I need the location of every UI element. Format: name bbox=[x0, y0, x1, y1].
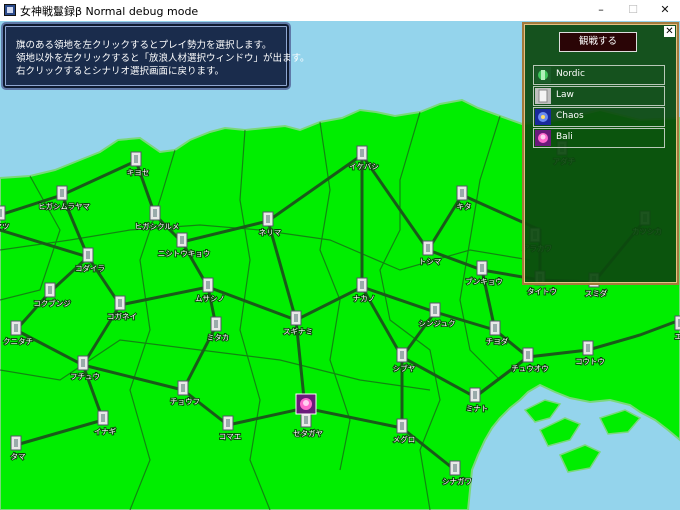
town-building-window bbox=[400, 351, 404, 359]
town-label: コクブンジ bbox=[33, 298, 71, 308]
town-building-window bbox=[81, 359, 85, 367]
town-label: シンジュク bbox=[419, 319, 456, 328]
law-emblem-icon bbox=[535, 88, 551, 104]
town-label: タイトウ bbox=[527, 287, 557, 296]
town-building-window bbox=[214, 320, 218, 328]
chaos-emblem-icon bbox=[535, 109, 551, 125]
town-label: コマエ bbox=[219, 432, 242, 441]
town-building-window bbox=[118, 299, 122, 307]
town-building-window bbox=[101, 414, 105, 422]
faction-item-chaos[interactable]: Chaos bbox=[533, 107, 665, 127]
town-label: ナカノ bbox=[353, 294, 376, 303]
info-line: 右クリックするとシナリオ選択画面に戻ります。 bbox=[16, 66, 225, 77]
app-icon bbox=[4, 4, 16, 16]
watch-button[interactable]: 観戦する bbox=[559, 32, 637, 52]
town-building-window bbox=[294, 314, 298, 322]
town-label: ミタカ bbox=[207, 333, 230, 342]
town-building-window bbox=[14, 439, 18, 447]
town-label: トシマ bbox=[419, 257, 442, 266]
town-building-window bbox=[526, 351, 530, 359]
faction-name: Law bbox=[556, 90, 574, 100]
town-label: ネリマ bbox=[259, 228, 282, 237]
maximize-button[interactable]: ☐ bbox=[618, 0, 648, 21]
close-window-button[interactable]: ✕ bbox=[650, 0, 680, 21]
town-building-window bbox=[60, 189, 64, 197]
town-label: クニタチ bbox=[3, 337, 33, 346]
window-title: 女神戦鬘録β Normal debug mode bbox=[20, 5, 199, 18]
info-line: 領地以外を左クリックすると「放浪人材選択ウィンドウ」が出ます。 bbox=[16, 53, 310, 64]
faction-item-nordic[interactable]: Nordic bbox=[533, 65, 665, 85]
town-label: スミダ bbox=[585, 288, 608, 298]
town-label: ヒガシクルメ bbox=[135, 221, 180, 231]
town-building-window bbox=[360, 281, 364, 289]
town-building-window bbox=[0, 209, 2, 217]
town-building-window bbox=[153, 209, 157, 217]
faction-item-law[interactable]: Law bbox=[533, 86, 665, 106]
town-building-window bbox=[460, 189, 464, 197]
info-box: 旗のある領地を左クリックするとプレイ勢力を選択します。 領地以外を左クリックする… bbox=[1, 22, 310, 90]
faction-panel: ✕ 観戦する Nordic Law Chaos Bali bbox=[522, 22, 679, 285]
panel-close-button[interactable]: ✕ bbox=[664, 26, 675, 37]
town-building-window bbox=[304, 416, 308, 424]
town-building-window bbox=[180, 236, 184, 244]
faction-name: Bali bbox=[556, 132, 573, 142]
town-label: エド bbox=[675, 332, 680, 341]
town-label: キタ bbox=[457, 202, 472, 211]
town-label: イナギ bbox=[94, 427, 117, 436]
nordic-emblem-icon bbox=[535, 67, 551, 83]
town-building-window bbox=[181, 384, 185, 392]
town-building-window bbox=[400, 422, 404, 430]
town-label: セタガヤ bbox=[293, 428, 323, 438]
town-label: シブヤ bbox=[393, 363, 416, 373]
town-label: チュウオウ bbox=[511, 364, 549, 373]
town-building-window bbox=[206, 281, 210, 289]
town-building-window bbox=[453, 464, 457, 472]
town-building-window bbox=[360, 149, 364, 157]
town-building-window bbox=[134, 155, 138, 163]
bali-emblem-icon bbox=[535, 130, 551, 146]
town-label: キヨセ bbox=[127, 168, 150, 177]
flag-marker[interactable] bbox=[295, 393, 317, 415]
town-building-window bbox=[86, 251, 90, 259]
town-label: シナガワ bbox=[442, 476, 472, 486]
town-label: コダイラ bbox=[75, 263, 105, 273]
town-label: ヒガシムラヤマ bbox=[38, 201, 90, 211]
town-label: チヨダ bbox=[486, 336, 509, 346]
town-label: ブンキョウ bbox=[465, 276, 503, 286]
town-label: メグロ bbox=[393, 434, 416, 444]
town-building-window bbox=[266, 215, 270, 223]
town-building-window bbox=[14, 324, 18, 332]
town-label: タマ bbox=[11, 452, 26, 461]
town-label: チョウフ bbox=[170, 397, 200, 406]
town-building-window bbox=[48, 286, 52, 294]
town-label: ムサシノ bbox=[195, 294, 225, 303]
info-line: 旗のある領地を左クリックするとプレイ勢力を選択します。 bbox=[16, 40, 272, 51]
window-titlebar: 女神戦鬘録β Normal debug mode – ☐ ✕ bbox=[0, 0, 680, 22]
faction-name: Nordic bbox=[556, 69, 585, 79]
town-label: スギナミ bbox=[283, 327, 313, 336]
faction-item-bali[interactable]: Bali bbox=[533, 128, 665, 148]
town-label: ニシトウキョウ bbox=[158, 249, 211, 258]
faction-name: Chaos bbox=[556, 111, 584, 121]
town-marker[interactable]: エド bbox=[674, 315, 680, 342]
town-building-window bbox=[480, 264, 484, 272]
town-building-window bbox=[586, 344, 590, 352]
town-label: コウトウ bbox=[575, 357, 605, 366]
town-building-window bbox=[426, 244, 430, 252]
minimize-button[interactable]: – bbox=[586, 0, 616, 21]
town-building-window bbox=[473, 391, 477, 399]
town-label: マツ bbox=[0, 222, 10, 231]
town-label: コガネイ bbox=[107, 311, 137, 321]
town-building-window bbox=[493, 324, 497, 332]
town-label: フチュウ bbox=[70, 372, 100, 381]
town-building-window bbox=[433, 306, 437, 314]
town-building-window bbox=[226, 419, 230, 427]
town-label: イケバシ bbox=[349, 162, 379, 171]
town-label: ミナト bbox=[466, 404, 489, 413]
